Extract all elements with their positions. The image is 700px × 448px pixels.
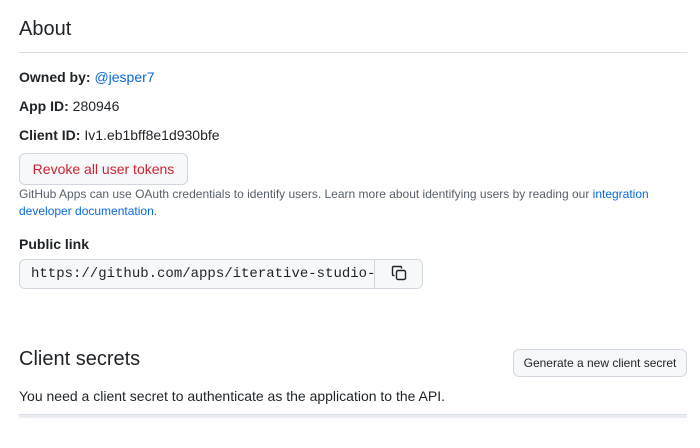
client-id-row: Client ID: Iv1.eb1bff8e1d930bfe <box>19 125 220 145</box>
generate-secret-button[interactable]: Generate a new client secret <box>513 349 687 377</box>
client-id-value: Iv1.eb1bff8e1d930bfe <box>84 127 220 143</box>
revoke-tokens-button[interactable]: Revoke all user tokens <box>19 153 188 185</box>
client-secrets-heading: Client secrets <box>19 348 141 370</box>
public-link-label: Public link <box>19 236 90 252</box>
copy-link-button[interactable] <box>374 260 422 288</box>
app-id-value: 280946 <box>72 98 120 114</box>
app-id-row: App ID: 280946 <box>19 96 119 116</box>
copy-icon <box>391 265 407 284</box>
oauth-help-body: GitHub Apps can use OAuth credentials to… <box>19 187 593 201</box>
app-settings-page: About Owned by: @jesper7 App ID: 280946 … <box>0 0 700 448</box>
owned-by-row: Owned by: @jesper7 <box>19 67 155 87</box>
app-id-label: App ID: <box>19 98 69 114</box>
oauth-help-suffix: . <box>153 204 158 218</box>
public-link-group <box>19 259 423 289</box>
public-link-input[interactable] <box>20 260 374 288</box>
secrets-divider <box>19 414 687 418</box>
about-divider <box>19 52 687 53</box>
about-heading: About <box>19 18 72 40</box>
client-id-label: Client ID: <box>19 127 81 143</box>
owned-by-label: Owned by: <box>19 69 91 85</box>
owner-link[interactable]: @jesper7 <box>94 69 154 85</box>
oauth-help-text: GitHub Apps can use OAuth credentials to… <box>19 186 659 220</box>
client-secrets-description: You need a client secret to authenticate… <box>19 388 446 404</box>
